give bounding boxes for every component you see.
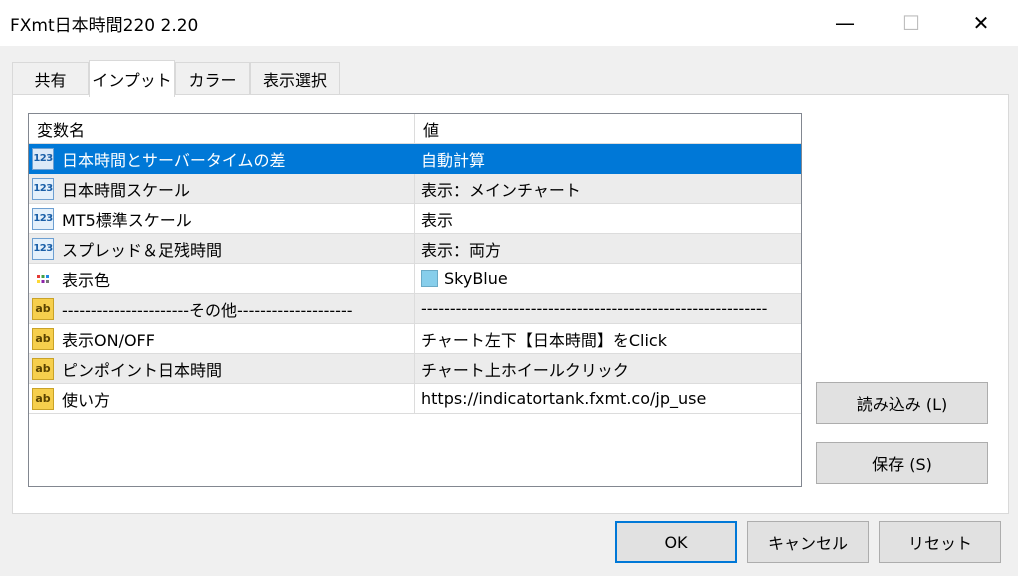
tab-common[interactable]: 共有: [12, 62, 89, 95]
color-palette-icon: [32, 267, 54, 290]
row-name: 日本時間とサーバータイムの差: [62, 150, 286, 170]
table-row[interactable]: 表示色 SkyBlue: [29, 264, 801, 294]
reset-button[interactable]: リセット: [879, 521, 1001, 563]
ok-button[interactable]: OK: [615, 521, 737, 563]
close-icon: ✕: [972, 11, 990, 35]
string-icon: ab: [32, 327, 54, 350]
string-icon: ab: [32, 357, 54, 380]
string-icon: ab: [32, 387, 54, 410]
tab-colors[interactable]: カラー: [175, 62, 250, 95]
row-name: ピンポイント日本時間: [62, 360, 223, 380]
table-row[interactable]: 123 日本時間スケール 表示：メインチャート: [29, 174, 801, 204]
row-name: 表示色: [62, 270, 111, 290]
grid-header: 変数名 値: [29, 114, 801, 144]
number-icon: 123: [32, 237, 54, 260]
window-title: FXmt日本時間220 2.20: [10, 16, 199, 36]
row-value[interactable]: 表示: [421, 207, 453, 231]
cancel-button[interactable]: キャンセル: [747, 521, 869, 563]
title-bar: FXmt日本時間220 2.20 — ☐ ✕: [0, 0, 1018, 46]
row-value[interactable]: 表示：メインチャート: [421, 177, 581, 201]
minimize-button[interactable]: —: [810, 0, 880, 46]
row-name: スプレッド＆足残時間: [62, 240, 223, 260]
number-icon: 123: [32, 207, 54, 230]
row-value[interactable]: チャート上ホイールクリック: [421, 357, 629, 381]
maximize-button[interactable]: ☐: [876, 0, 946, 46]
load-button[interactable]: 読み込み (L): [816, 382, 988, 424]
table-row[interactable]: ab 表示ON/OFF チャート左下【日本時間】をClick: [29, 324, 801, 354]
close-button[interactable]: ✕: [946, 0, 1016, 46]
maximize-icon: ☐: [902, 11, 920, 35]
string-icon: ab: [32, 297, 54, 320]
row-name: 表示ON/OFF: [62, 330, 155, 350]
row-name: 使い方: [62, 390, 111, 410]
row-value[interactable]: https://indicatortank.fxmt.co/jp_use: [421, 389, 706, 408]
table-row[interactable]: ab 使い方 https://indicatortank.fxmt.co/jp_…: [29, 384, 801, 414]
row-name: MT5標準スケール: [62, 210, 192, 230]
save-button[interactable]: 保存 (S): [816, 442, 988, 484]
tab-visualization[interactable]: 表示選択: [250, 62, 340, 95]
minimize-icon: —: [835, 11, 855, 35]
number-icon: 123: [32, 147, 54, 170]
row-name: 日本時間スケール: [62, 180, 191, 200]
color-swatch: [421, 270, 438, 287]
row-value[interactable]: チャート左下【日本時間】をClick: [421, 327, 667, 351]
table-row[interactable]: 123 スプレッド＆足残時間 表示：両方: [29, 234, 801, 264]
row-value[interactable]: ----------------------------------------…: [421, 299, 767, 318]
tab-inputs[interactable]: インプット: [89, 60, 175, 97]
row-value[interactable]: SkyBlue: [444, 269, 508, 288]
header-variable-name[interactable]: 変数名: [29, 114, 415, 144]
table-row[interactable]: 123 MT5標準スケール 表示: [29, 204, 801, 234]
table-row[interactable]: 123 日本時間とサーバータイムの差 自動計算: [29, 144, 801, 174]
header-value[interactable]: 値: [415, 114, 801, 144]
inputs-grid[interactable]: 変数名 値 123 日本時間とサーバータイムの差 自動計算 123 日本時間スケ…: [28, 113, 802, 487]
table-row[interactable]: ab ----------------------その他------------…: [29, 294, 801, 324]
row-name: ----------------------その他---------------…: [62, 300, 353, 320]
number-icon: 123: [32, 177, 54, 200]
table-row[interactable]: ab ピンポイント日本時間 チャート上ホイールクリック: [29, 354, 801, 384]
row-value[interactable]: 表示：両方: [421, 237, 501, 261]
row-value[interactable]: 自動計算: [421, 147, 485, 171]
